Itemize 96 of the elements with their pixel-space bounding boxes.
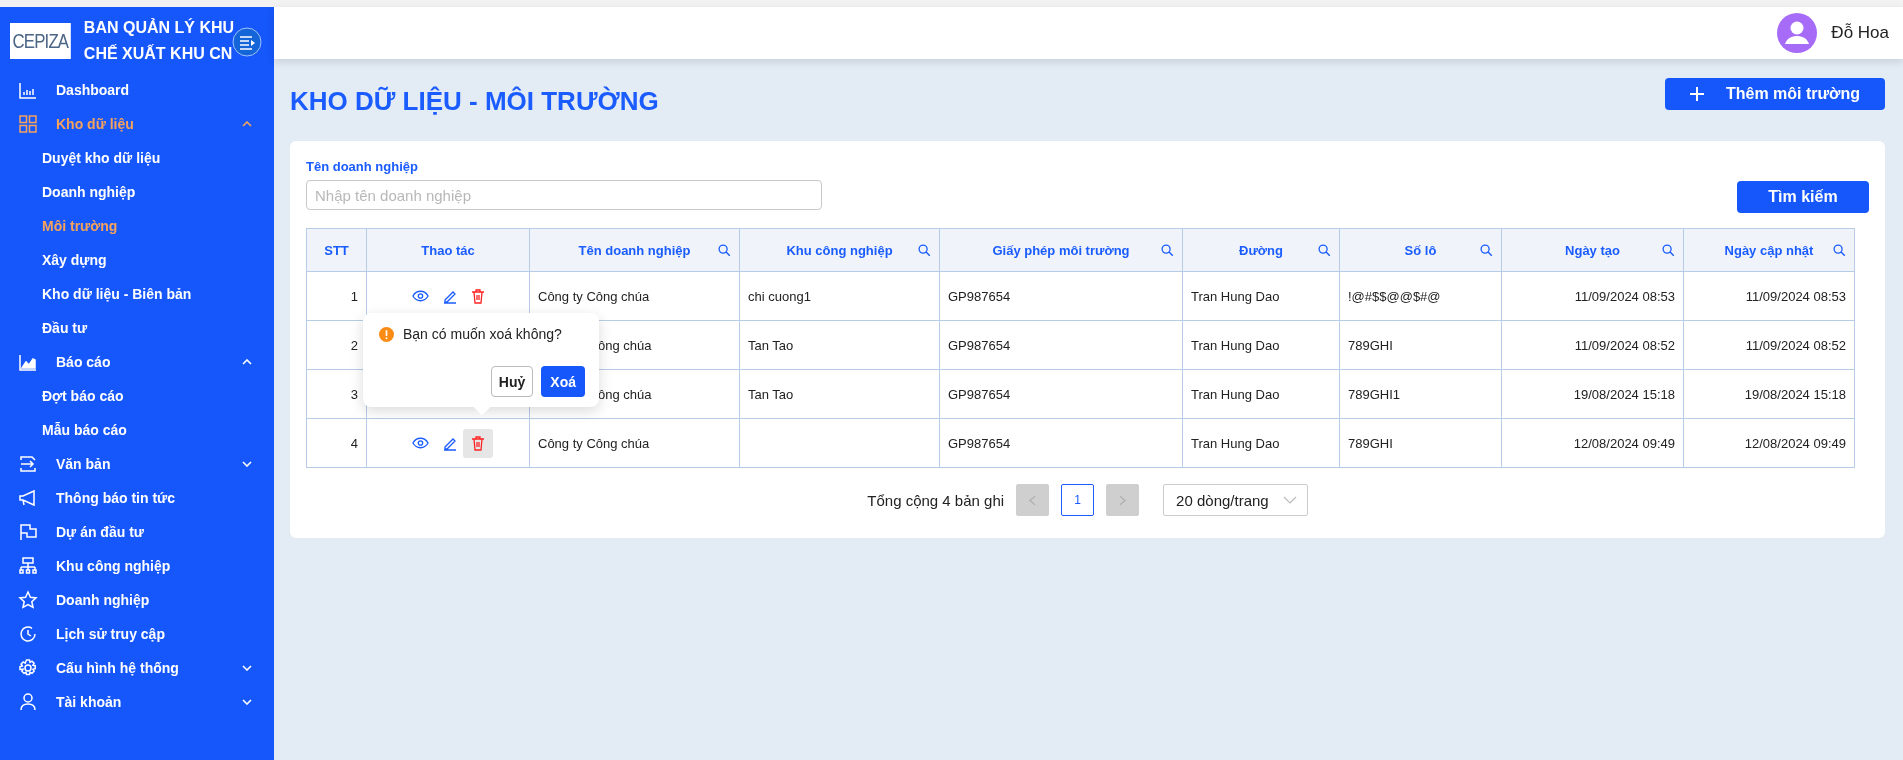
table-cell: Tran Hung Dao	[1182, 320, 1340, 370]
trash-icon	[470, 288, 485, 304]
table-cell: Tran Hung Dao	[1182, 271, 1340, 321]
org-icon	[18, 556, 38, 576]
area-icon	[18, 352, 38, 372]
search-icon[interactable]	[918, 243, 931, 257]
avatar-icon[interactable]	[1777, 13, 1818, 53]
page-size-select[interactable]: 20 dòng/trang	[1163, 484, 1308, 516]
grid-icon	[18, 114, 38, 134]
column-header: Giấy phép môi trường	[939, 228, 1183, 272]
cancel-button[interactable]: Huỷ	[490, 366, 534, 397]
sidebar-item[interactable]: Dự án đầu tư	[0, 515, 274, 549]
table-cell: Tan Tao	[739, 320, 940, 370]
sidebar-subitem[interactable]: Mẫu báo cáo	[0, 413, 274, 447]
sidebar-subitem[interactable]: Kho dữ liệu - Biên bản	[0, 277, 274, 311]
table-cell: GP987654	[939, 418, 1183, 468]
table-cell: chi cuong1	[739, 271, 940, 321]
table-cell: 789GHI	[1339, 320, 1502, 370]
star-icon	[18, 590, 38, 610]
gear-icon	[18, 658, 38, 678]
search-icon[interactable]	[1833, 243, 1846, 257]
sidebar-item[interactable]: Thông báo tin tức	[0, 481, 274, 515]
sidebar-item[interactable]: Khu công nghiệp	[0, 549, 274, 583]
table-cell: Tran Hung Dao	[1182, 418, 1340, 468]
total-count: Tổng cộng 4 bản ghi	[867, 491, 1005, 509]
megaphone-icon	[18, 488, 38, 508]
sidebar-subitem[interactable]: Duyệt kho dữ liệu	[0, 141, 274, 175]
sidebar-item[interactable]: Dashboard	[0, 73, 274, 107]
chevron-down-icon	[1282, 496, 1297, 504]
table-cell: GP987654	[939, 271, 1183, 321]
collapse-menu-icon[interactable]	[232, 27, 262, 57]
column-header: Ngày cập nhật	[1683, 228, 1855, 272]
table-cell: 1	[306, 271, 367, 321]
company-name-field[interactable]: Nhập tên doanh nghiệp	[306, 180, 822, 210]
chevron-right-icon	[1119, 494, 1127, 506]
flag-icon	[18, 522, 38, 542]
table-cell: Công ty Công chúa	[529, 418, 740, 468]
sidebar-subitem[interactable]: Xây dựng	[0, 243, 274, 277]
column-header: Thao tác	[366, 228, 530, 272]
page-title: KHO DỮ LIỆU - MÔI TRƯỜNG	[290, 85, 659, 117]
org-title: CHẾ XUẤT KHU CN	[83, 43, 234, 64]
org-title: BAN QUẢN LÝ KHU	[83, 17, 235, 38]
table-cell: 12/08/2024 09:49	[1683, 418, 1855, 468]
clock-icon	[18, 624, 38, 644]
column-header: Khu công nghiệp	[739, 228, 940, 272]
warning-icon	[379, 326, 394, 342]
sidebar-item[interactable]: Doanh nghiệp	[0, 583, 274, 617]
table-cell: GP987654	[939, 320, 1183, 370]
confirm-delete-button[interactable]: Xoá	[541, 366, 585, 397]
table-cell: 11/09/2024 08:52	[1501, 320, 1684, 370]
sidebar-subitem[interactable]: Đầu tư	[0, 311, 274, 345]
table-cell: 11/09/2024 08:53	[1501, 271, 1684, 321]
table-cell: Tan Tao	[739, 369, 940, 419]
sidebar-item[interactable]: Văn bản	[0, 447, 274, 481]
sidebar-subitem[interactable]: Đợt báo cáo	[0, 379, 274, 413]
chart-icon	[18, 80, 38, 100]
table-cell: Tran Hung Dao	[1182, 369, 1340, 419]
table-cell: !@#$$@@$#@	[1339, 271, 1502, 321]
view-icon[interactable]	[411, 290, 429, 302]
search-icon[interactable]	[718, 243, 731, 257]
delete-button[interactable]	[462, 428, 493, 458]
table-cell: 4	[306, 418, 367, 468]
table-cell: 19/08/2024 15:18	[1501, 369, 1684, 419]
user-name[interactable]: Đỗ Hoa	[1831, 23, 1889, 43]
column-header: Ngày tạo	[1501, 228, 1684, 272]
sidebar-item[interactable]: Cấu hình hệ thống	[0, 651, 274, 685]
plus-icon	[1689, 87, 1704, 101]
table-cell: 789GHI1	[1339, 369, 1502, 419]
view-icon[interactable]	[411, 437, 429, 449]
column-header: STT	[306, 228, 367, 272]
table-cell: 789GHI	[1339, 418, 1502, 468]
field-label: Tên doanh nghiệp	[306, 159, 419, 174]
search-icon[interactable]	[1161, 243, 1174, 257]
column-header: Tên doanh nghiệp	[529, 228, 740, 272]
doc-icon	[18, 454, 38, 474]
user-icon	[18, 692, 38, 712]
sidebar-item[interactable]: Báo cáo	[0, 345, 274, 379]
table-cell: 11/09/2024 08:53	[1683, 271, 1855, 321]
table-cell: 11/09/2024 08:52	[1683, 320, 1855, 370]
search-icon[interactable]	[1480, 243, 1493, 257]
logo: CEPIZA	[10, 23, 71, 59]
search-icon[interactable]	[1318, 243, 1331, 257]
search-button[interactable]: Tìm kiếm	[1737, 181, 1869, 213]
add-button[interactable]: Thêm môi trường	[1665, 78, 1885, 110]
table-cell: 19/08/2024 15:18	[1683, 369, 1855, 419]
sidebar-item[interactable]: Tài khoản	[0, 685, 274, 719]
sidebar-subitem[interactable]: Doanh nghiệp	[0, 175, 274, 209]
chevron-left-icon	[1029, 494, 1037, 506]
table-cell: GP987654	[939, 369, 1183, 419]
table-cell: 12/08/2024 09:49	[1501, 418, 1684, 468]
trash-icon	[470, 435, 485, 451]
search-icon[interactable]	[1662, 243, 1675, 257]
page-button[interactable]: 1	[1061, 484, 1095, 516]
column-header: Đường	[1182, 228, 1340, 272]
sidebar-item[interactable]: Lịch sử truy cập	[0, 617, 274, 651]
column-header: Số lô	[1339, 228, 1502, 272]
